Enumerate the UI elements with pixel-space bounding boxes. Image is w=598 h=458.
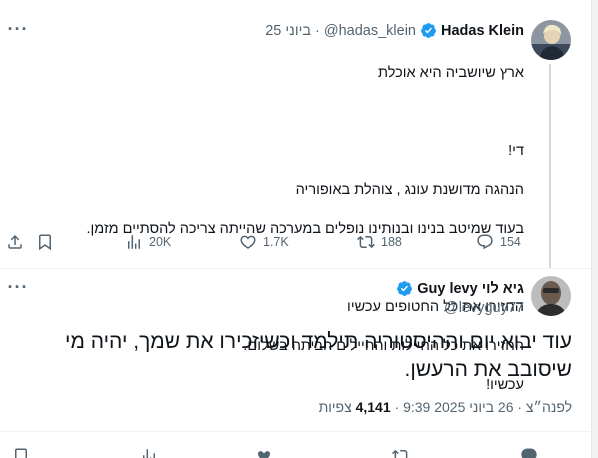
timestamp-row: לפנה״צ · 26 ביוני 2025 9:39 · 4,141 צפיו… <box>319 399 572 415</box>
tweet-line: הנהגה מדושנת עונג , צוהלת באופוריה <box>295 181 524 198</box>
views-button[interactable]: 20K <box>125 233 171 251</box>
bookmark-button[interactable] <box>36 233 54 251</box>
reply-icon <box>477 234 493 250</box>
views-label: צפיות <box>318 399 352 415</box>
repost-button[interactable]: 188 <box>357 233 402 251</box>
likes-count: 1.7K <box>263 235 289 249</box>
views-icon <box>128 235 140 249</box>
handle[interactable]: @levyguy77 <box>444 300 524 316</box>
post-date[interactable]: ביוני 25 <box>265 23 311 39</box>
author-row: Hadas Klein @hadas_klein · ביוני 25 <box>265 22 524 39</box>
parent-tweet[interactable]: Hadas Klein @hadas_klein · ביוני 25 ··· … <box>0 0 590 393</box>
reposts-count: 188 <box>381 235 402 249</box>
like-icon <box>240 235 256 249</box>
avatar[interactable] <box>531 20 571 60</box>
timestamp[interactable]: לפנה״צ · 26 ביוני 2025 9:39 <box>403 399 572 415</box>
handle-row: @levyguy77 <box>444 300 524 316</box>
main-action-bar <box>0 446 590 458</box>
action-bar: 20K 1.7K 188 154 <box>0 233 590 257</box>
reply-button[interactable]: 154 <box>476 233 521 251</box>
author-row: Guy levy גיא לוי <box>396 280 524 297</box>
reply-icon[interactable] <box>520 447 538 458</box>
views-icon[interactable] <box>140 447 158 458</box>
display-name[interactable]: Hadas Klein <box>441 23 524 39</box>
tweet-line: ארץ שיושביה היא אוכלת <box>378 64 524 81</box>
share-icon <box>8 234 22 249</box>
repost-icon[interactable] <box>392 447 410 458</box>
separator: · <box>315 22 320 39</box>
avatar[interactable] <box>531 276 571 316</box>
verified-badge-icon <box>420 22 437 39</box>
tweet-text: עוד יבוא יום וההיסטוריה תילמד וכשיזכירו … <box>65 330 572 381</box>
bookmark-icon[interactable] <box>12 447 30 458</box>
more-icon[interactable]: ··· <box>6 278 30 300</box>
like-icon[interactable] <box>255 447 273 458</box>
bookmark-icon <box>39 234 51 251</box>
share-button[interactable] <box>6 233 24 251</box>
repost-icon <box>357 235 375 249</box>
handle[interactable]: @hadas_klein <box>324 23 416 39</box>
more-icon[interactable]: ··· <box>6 20 30 42</box>
display-name[interactable]: Guy levy גיא לוי <box>417 281 524 297</box>
separator: · <box>390 399 400 415</box>
divider <box>0 431 590 432</box>
verified-badge-icon <box>396 280 413 297</box>
tweet-line: די! <box>508 142 524 159</box>
like-button[interactable]: 1.7K <box>239 233 289 251</box>
replies-count: 154 <box>500 235 521 249</box>
views-count: 20K <box>149 235 172 249</box>
views-count: 4,141 <box>355 399 391 415</box>
scrollbar-track[interactable] <box>591 0 598 458</box>
